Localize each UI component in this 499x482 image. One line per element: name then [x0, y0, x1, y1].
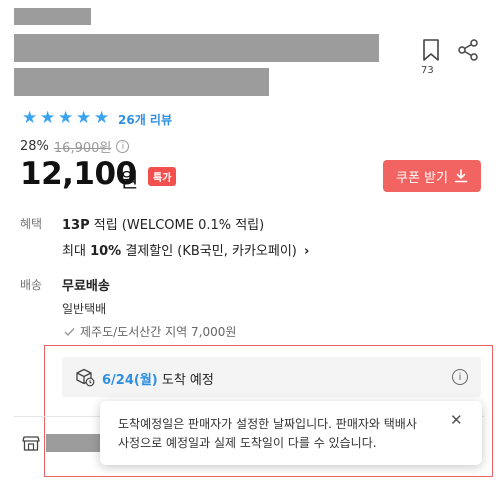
bookmark-icon — [423, 39, 439, 61]
bookmark-count: 73 — [421, 65, 434, 76]
arrival-estimate: 6/24(월) 도착 예정 i — [62, 357, 481, 397]
rating-stars: ★ ★ ★ ★ ★ — [22, 110, 111, 127]
redacted-title-line-1 — [14, 34, 379, 62]
store-icon — [22, 436, 40, 451]
star-icon: ★ — [76, 108, 92, 128]
star-icon: ★ — [94, 108, 110, 128]
share-button[interactable] — [456, 38, 480, 62]
price-info-icon[interactable]: i — [116, 140, 130, 153]
delivery-box-icon — [76, 368, 95, 387]
redacted-brand — [14, 8, 91, 25]
points-info: 13P 적립 (WELCOME 0.1% 적립) — [62, 214, 264, 233]
special-deal-badge: 특가 — [148, 167, 177, 186]
points-amount: 13P — [62, 218, 90, 233]
benefit-label: 혜택 — [20, 217, 43, 231]
card-discount-detail: 결제할인 (KB국민, 카카오페이) — [121, 244, 297, 259]
close-icon[interactable]: ✕ — [450, 411, 463, 429]
arrival-info-tooltip: 도착예정일은 판매자가 설정한 날짜입니다. 판매자와 택배사 사정으로 예정일… — [100, 401, 482, 465]
arrival-text: 6/24(월) 도착 예정 — [102, 369, 214, 388]
redacted-store-name — [46, 434, 106, 452]
extra-shipping-fee: 제주도/도서산간 지역 7,000원 — [64, 323, 236, 340]
card-discount-link[interactable]: 최대 10% 결제할인 (KB국민, 카카오페이) › — [62, 240, 309, 259]
original-price: 16,900원 — [53, 141, 112, 156]
arrival-info-icon[interactable]: i — [452, 369, 468, 385]
redacted-title-line-2 — [14, 68, 269, 96]
chevron-right-icon: › — [304, 244, 310, 259]
review-count-link[interactable]: 26개 리뷰 — [118, 111, 172, 128]
extra-shipping-text: 제주도/도서산간 지역 7,000원 — [80, 325, 237, 339]
discount-rate: 28% — [20, 139, 49, 154]
card-discount-rate: 10% — [90, 244, 122, 259]
coupon-download-button[interactable]: 쿠폰 받기 — [383, 160, 481, 192]
tooltip-line-2: 사정으로 예정일과 실제 도착일이 다를 수 있습니다. — [118, 436, 377, 450]
star-icon: ★ — [58, 108, 74, 128]
check-icon — [64, 327, 75, 336]
bookmark-button[interactable]: 73 — [418, 38, 444, 78]
coupon-button-label: 쿠폰 받기 — [396, 170, 448, 186]
discount-row: 28% 16,900원 i — [20, 137, 130, 156]
arrival-date: 6/24(월) — [102, 373, 158, 388]
star-icon: ★ — [40, 108, 56, 128]
share-icon — [458, 39, 478, 61]
tooltip-line-1: 도착예정일은 판매자가 설정한 날짜입니다. 판매자와 택배사 — [118, 417, 417, 431]
tooltip-text: 도착예정일은 판매자가 설정한 날짜입니다. 판매자와 택배사 사정으로 예정일… — [118, 415, 438, 453]
shipping-type: 일반택배 — [62, 302, 107, 316]
arrival-suffix: 도착 예정 — [157, 373, 214, 388]
free-shipping: 무료배송 — [62, 279, 110, 294]
card-discount-prefix: 최대 — [62, 244, 91, 259]
currency-unit: 원 — [120, 168, 139, 192]
download-icon — [454, 169, 468, 183]
points-detail: 적립 (WELCOME 0.1% 적립) — [89, 218, 265, 233]
shipping-label: 배송 — [20, 278, 43, 292]
star-icon: ★ — [22, 108, 38, 128]
